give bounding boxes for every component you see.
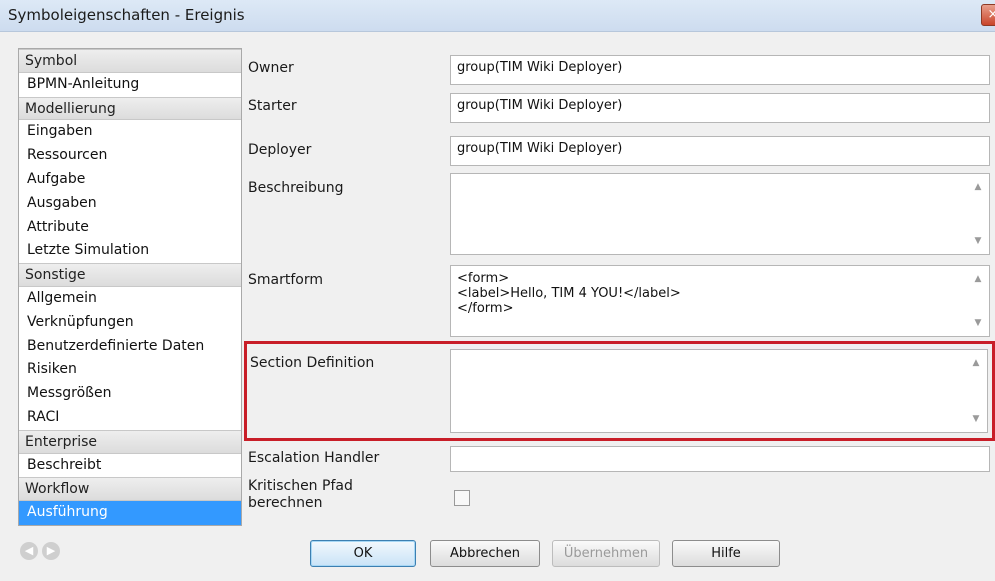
category-list: Symbol BPMN-Anleitung Modellierung Einga… bbox=[18, 48, 242, 526]
nav-item-ressourcen[interactable]: Ressourcen bbox=[19, 144, 241, 168]
owner-field[interactable]: group(TIM Wiki Deployer) bbox=[450, 55, 990, 85]
kritischen-pfad-label-line1: Kritischen Pfad bbox=[248, 478, 353, 494]
nav-group-sonstige: Sonstige bbox=[19, 263, 241, 287]
history-navigation: ◀ ▶ bbox=[20, 542, 64, 560]
title-bar: Symboleigenschaften - Ereignis × bbox=[0, 0, 995, 32]
smartform-line: <label>Hello, TIM 4 YOU!</label> bbox=[457, 286, 681, 301]
arrow-left-icon[interactable]: ◀ bbox=[20, 542, 38, 560]
scroll-up-icon[interactable]: ▲ bbox=[973, 182, 983, 192]
smartform-line: <form> bbox=[457, 271, 510, 286]
nav-item-verknuepfungen[interactable]: Verknüpfungen bbox=[19, 311, 241, 335]
beschreibung-textarea[interactable]: ▲ ▼ bbox=[450, 173, 990, 255]
scroll-down-icon[interactable]: ▼ bbox=[973, 318, 983, 328]
nav-item-bpmn-anleitung[interactable]: BPMN-Anleitung bbox=[19, 73, 241, 97]
help-button[interactable]: Hilfe bbox=[672, 540, 780, 567]
nav-item-eingaben[interactable]: Eingaben bbox=[19, 120, 241, 144]
section-definition-textarea[interactable]: ▲ ▼ bbox=[450, 349, 988, 433]
arrow-right-icon[interactable]: ▶ bbox=[42, 542, 60, 560]
kritischen-pfad-label: Kritischen Pfad berechnen bbox=[248, 478, 353, 512]
nav-group-symbol: Symbol bbox=[19, 49, 241, 73]
nav-item-ausgaben[interactable]: Ausgaben bbox=[19, 192, 241, 216]
nav-item-raci[interactable]: RACI bbox=[19, 406, 241, 430]
nav-group-modellierung: Modellierung bbox=[19, 96, 241, 121]
smartform-line: </form> bbox=[457, 301, 514, 316]
nav-item-attribute[interactable]: Attribute bbox=[19, 216, 241, 240]
scroll-up-icon[interactable]: ▲ bbox=[973, 274, 983, 284]
nav-item-aufgabe[interactable]: Aufgabe bbox=[19, 168, 241, 192]
smartform-textarea[interactable]: <form> <label>Hello, TIM 4 YOU!</label> … bbox=[450, 265, 990, 337]
nav-item-allgemein[interactable]: Allgemein bbox=[19, 287, 241, 311]
nav-item-risiken[interactable]: Risiken bbox=[19, 358, 241, 382]
nav-item-ausfuehrung[interactable]: Ausführung bbox=[19, 501, 241, 525]
apply-button[interactable]: Übernehmen bbox=[552, 540, 660, 567]
section-definition-label: Section Definition bbox=[250, 355, 375, 371]
beschreibung-label: Beschreibung bbox=[248, 180, 344, 196]
window-title: Symboleigenschaften - Ereignis bbox=[8, 6, 245, 24]
deployer-label: Deployer bbox=[248, 142, 312, 158]
starter-field[interactable]: group(TIM Wiki Deployer) bbox=[450, 93, 990, 123]
escalation-handler-label: Escalation Handler bbox=[248, 450, 380, 466]
nav-group-enterprise: Enterprise bbox=[19, 429, 241, 454]
nav-item-messgroessen[interactable]: Messgrößen bbox=[19, 382, 241, 406]
nav-group-workflow: Workflow bbox=[19, 477, 241, 502]
ok-button[interactable]: OK bbox=[310, 540, 416, 567]
scroll-up-icon[interactable]: ▲ bbox=[971, 358, 981, 368]
kritischen-pfad-checkbox[interactable] bbox=[454, 490, 470, 506]
owner-label: Owner bbox=[248, 60, 294, 76]
scroll-down-icon[interactable]: ▼ bbox=[971, 414, 981, 424]
cancel-button[interactable]: Abbrechen bbox=[430, 540, 540, 567]
smartform-label: Smartform bbox=[248, 272, 323, 288]
nav-item-beschreibt[interactable]: Beschreibt bbox=[19, 454, 241, 478]
escalation-handler-field[interactable] bbox=[450, 446, 990, 472]
nav-item-letzte-simulation[interactable]: Letzte Simulation bbox=[19, 239, 241, 263]
starter-label: Starter bbox=[248, 98, 297, 114]
scroll-down-icon[interactable]: ▼ bbox=[973, 236, 983, 246]
nav-item-benutzerdefinierte-daten[interactable]: Benutzerdefinierte Daten bbox=[19, 335, 241, 359]
close-button[interactable]: × bbox=[981, 4, 995, 26]
deployer-field[interactable]: group(TIM Wiki Deployer) bbox=[450, 136, 990, 166]
kritischen-pfad-label-line2: berechnen bbox=[248, 495, 323, 511]
properties-dialog: Symboleigenschaften - Ereignis × Symbol … bbox=[0, 0, 995, 581]
